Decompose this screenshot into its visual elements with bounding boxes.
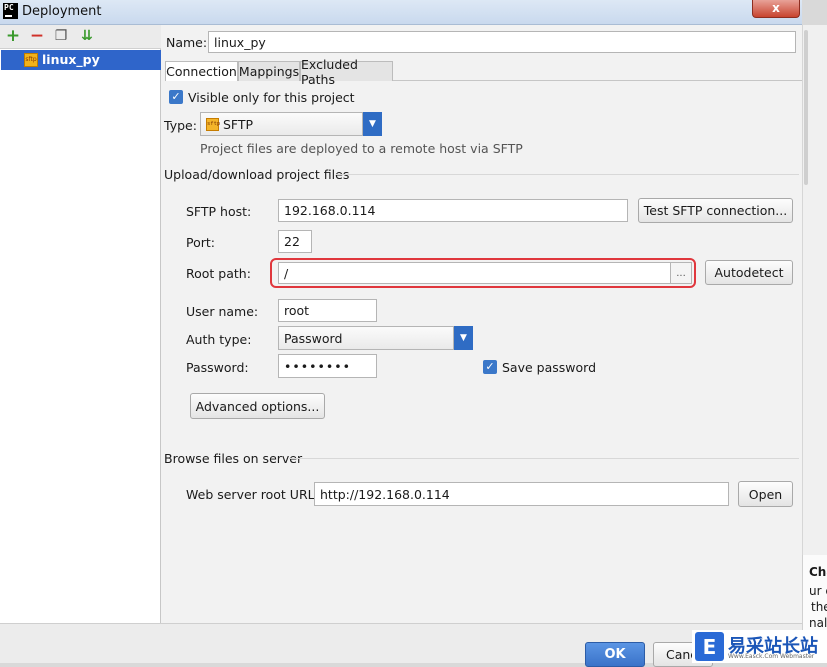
name-label: Name: [166, 35, 208, 50]
background-window-text: nal c [809, 616, 827, 630]
open-button[interactable]: Open [738, 481, 793, 507]
type-select[interactable]: sftp SFTP [200, 112, 363, 136]
root-path-highlight [270, 258, 696, 288]
type-select-value: SFTP [223, 116, 254, 132]
tab-mappings[interactable]: Mappings [238, 61, 300, 81]
name-input[interactable]: linux_py [208, 31, 796, 53]
autodetect-button[interactable]: Autodetect [705, 260, 793, 285]
copy-server-icon[interactable]: ❐ [53, 29, 69, 45]
upload-section-divider [336, 174, 799, 175]
test-sftp-connection-button[interactable]: Test SFTP connection... [638, 198, 793, 223]
watermark-subtext: Www.Easck.Com Webmaster [728, 653, 815, 660]
type-dropdown-chevron-icon[interactable]: ▼ [363, 112, 382, 136]
type-hint: Project files are deployed to a remote h… [200, 141, 523, 156]
auth-type-select[interactable]: Password [278, 326, 454, 350]
password-label: Password: [186, 360, 249, 375]
visible-only-label: Visible only for this project [188, 90, 355, 105]
auth-type-dropdown-chevron-icon[interactable]: ▼ [454, 326, 473, 350]
watermark-logo: E [695, 632, 724, 661]
background-window-text: the [811, 600, 827, 614]
type-label: Type: [164, 118, 197, 133]
sftp-host-label: SFTP host: [186, 204, 252, 219]
sftp-type-icon: sftp [206, 117, 220, 131]
background-window-text: ur e [809, 584, 827, 598]
advanced-options-button[interactable]: Advanced options... [190, 393, 325, 419]
save-password-checkbox[interactable]: ✓ [483, 360, 497, 374]
visible-only-checkbox[interactable]: ✓ [169, 90, 183, 104]
background-window-text: Cha [809, 565, 827, 579]
sftp-server-icon: sftp [24, 53, 38, 67]
ok-button[interactable]: OK [585, 642, 645, 667]
scrollbar-thumb[interactable] [804, 30, 808, 185]
server-list-item-label: linux_py [42, 52, 100, 67]
root-path-label: Root path: [186, 266, 251, 281]
browse-section-divider [289, 458, 799, 459]
port-label: Port: [186, 235, 215, 250]
set-default-server-icon[interactable]: ⇊ [79, 29, 95, 45]
window-title: Deployment [22, 4, 102, 19]
password-input[interactable]: •••••••• [278, 354, 377, 378]
add-server-icon[interactable]: + [5, 28, 21, 45]
browse-section-title: Browse files on server [164, 451, 303, 466]
window-close-button[interactable]: x [752, 0, 800, 18]
username-label: User name: [186, 304, 259, 319]
tab-connection[interactable]: Connection [165, 61, 238, 81]
username-input[interactable]: root [278, 299, 377, 322]
web-root-url-input[interactable]: http://192.168.0.114 [314, 482, 729, 506]
sftp-host-input[interactable]: 192.168.0.114 [278, 199, 628, 222]
save-password-label: Save password [502, 360, 597, 375]
auth-type-label: Auth type: [186, 332, 252, 347]
remove-server-icon[interactable]: − [29, 28, 45, 45]
title-bar [0, 0, 802, 25]
pycharm-app-icon: PC [3, 3, 18, 19]
tab-excluded-paths[interactable]: Excluded Paths [300, 57, 393, 87]
server-list-panel [0, 25, 161, 623]
upload-section-title: Upload/download project files [164, 167, 350, 182]
port-input[interactable]: 22 [278, 230, 312, 253]
web-root-url-label: Web server root URL: [186, 487, 319, 502]
